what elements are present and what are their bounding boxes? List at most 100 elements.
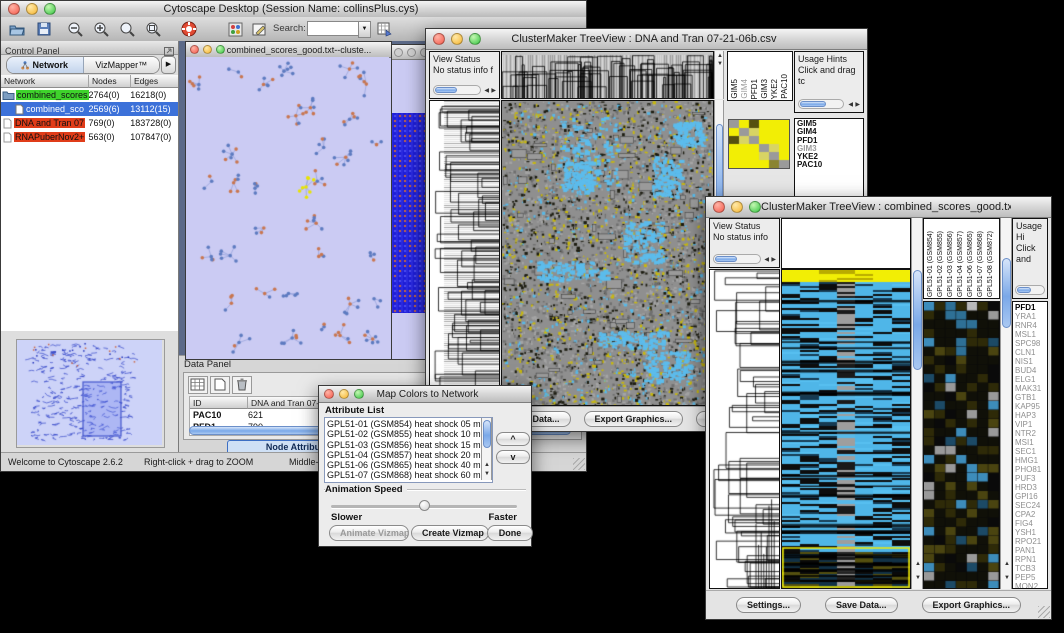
- gene-label[interactable]: MSI1: [1015, 438, 1047, 447]
- scroll-up-icon[interactable]: ▲: [915, 561, 921, 567]
- scroll-down-icon[interactable]: ▼: [915, 575, 921, 581]
- search-dropdown-arrow-icon[interactable]: ▼: [358, 21, 371, 38]
- table-mode-icon[interactable]: [188, 376, 208, 394]
- tv2-hints-hscrollbar[interactable]: [1015, 285, 1045, 295]
- column-label[interactable]: GPL51-06 (GSM865): [966, 231, 975, 297]
- gene-label[interactable]: RPO21: [1015, 537, 1047, 546]
- tv2-zoom-heatmap[interactable]: [923, 301, 1000, 589]
- zoom-button[interactable]: [216, 45, 225, 54]
- tab-overflow-button[interactable]: ▶: [161, 56, 176, 74]
- gene-label[interactable]: HRD3: [1015, 483, 1047, 492]
- minimize-button[interactable]: [339, 389, 349, 399]
- column-label[interactable]: GPL51-02 (GSM855): [936, 231, 945, 297]
- new-attribute-icon[interactable]: [210, 376, 230, 394]
- gene-label[interactable]: KAP95: [1015, 402, 1047, 411]
- column-label[interactable]: GPL51-01 (GSM854): [926, 231, 935, 297]
- attribute-item[interactable]: GPL51-06 (GSM865) heat shock 40 min: [327, 460, 490, 470]
- zoom-button[interactable]: [469, 33, 481, 45]
- column-label[interactable]: GIM5: [730, 79, 740, 99]
- gene-label[interactable]: SEC1: [1015, 447, 1047, 456]
- zoom-in-icon[interactable]: [91, 19, 111, 39]
- map-dialog-titlebar[interactable]: Map Colors to Network: [319, 386, 531, 403]
- tv1-column-dendrogram[interactable]: [501, 51, 714, 99]
- tv1-heatmap[interactable]: [501, 100, 714, 406]
- tv1-hints-hscrollbar[interactable]: [798, 99, 844, 109]
- gene-label[interactable]: PFD1: [1015, 303, 1047, 312]
- animation-speed-slider[interactable]: [331, 500, 517, 512]
- treeview-button[interactable]: Export Graphics...: [922, 597, 1022, 613]
- network-row-combined-sco[interactable]: combined_sco 2569(6) 13112(15): [1, 102, 178, 116]
- slider-thumb[interactable]: [419, 500, 430, 511]
- gene-label[interactable]: ELG1: [1015, 375, 1047, 384]
- overview-canvas[interactable]: [17, 340, 162, 445]
- attribute-list-vscrollbar[interactable]: ▲ ▼: [481, 418, 492, 480]
- network-row-combined-scores[interactable]: combined_scores 2764(0) 16218(0): [1, 88, 178, 102]
- column-label[interactable]: PAC10: [780, 74, 790, 99]
- tv2-row-dendrogram[interactable]: [709, 269, 780, 589]
- close-button[interactable]: [433, 33, 445, 45]
- scroll-up-icon[interactable]: ▲: [1004, 561, 1010, 567]
- scroll-right-icon[interactable]: ▶: [771, 257, 776, 263]
- close-button[interactable]: [324, 389, 334, 399]
- scroll-left-icon[interactable]: ◀: [764, 257, 769, 263]
- tv1-zoom-matrix[interactable]: [728, 119, 790, 169]
- annotation-icon[interactable]: [249, 19, 269, 39]
- treeview-combined-titlebar[interactable]: ClusterMaker TreeView : combined_scores_…: [706, 197, 1051, 218]
- minimize-button[interactable]: [451, 33, 463, 45]
- resize-grip[interactable]: [573, 458, 585, 470]
- gene-label[interactable]: SPC98: [1015, 339, 1047, 348]
- move-down-button[interactable]: v: [496, 450, 530, 464]
- open-file-icon[interactable]: [7, 19, 27, 39]
- tv1-col-scrollbar[interactable]: ▲ ▼: [714, 51, 724, 99]
- scroll-down-icon[interactable]: ▼: [484, 471, 490, 477]
- gene-label[interactable]: YSH1: [1015, 528, 1047, 537]
- scroll-down-icon[interactable]: ▼: [1004, 575, 1010, 581]
- col-edges[interactable]: Edges: [131, 75, 178, 88]
- zoom-out-icon[interactable]: [65, 19, 85, 39]
- zoom-selected-icon[interactable]: [117, 19, 137, 39]
- network-row-dna-tran[interactable]: DNA and Tran 07 769(0) 183728(0): [1, 116, 178, 130]
- close-button[interactable]: [713, 201, 725, 213]
- animate-vizmap-button[interactable]: Animate Vizmap: [329, 525, 409, 541]
- gene-label[interactable]: MSL1: [1015, 330, 1047, 339]
- gene-label[interactable]: NIS1: [1015, 357, 1047, 366]
- gene-label[interactable]: HAP3: [1015, 411, 1047, 420]
- scroll-left-icon[interactable]: ◀: [848, 102, 853, 108]
- treeview-button[interactable]: Export Graphics...: [584, 411, 684, 427]
- gene-label[interactable]: BUD4: [1015, 366, 1047, 375]
- network-row-rnapuber[interactable]: RNAPuberNov2+ 563(0) 107847(0): [1, 130, 178, 144]
- tv2-status-hscrollbar[interactable]: [713, 254, 761, 264]
- gene-label[interactable]: CPA2: [1015, 510, 1047, 519]
- attribute-listbox[interactable]: GPL51-01 (GSM854) heat shock 05 minGPL51…: [324, 417, 493, 483]
- attribute-item[interactable]: GPL51-03 (GSM856) heat shock 15 min: [327, 440, 490, 450]
- gene-label[interactable]: PAN1: [1015, 546, 1047, 555]
- column-label[interactable]: YKE2: [770, 79, 780, 99]
- gene-label[interactable]: MAK31: [1015, 384, 1047, 393]
- minimize-button[interactable]: [731, 201, 743, 213]
- move-up-button[interactable]: ^: [496, 432, 530, 446]
- import-table-icon[interactable]: [375, 19, 395, 39]
- search-input[interactable]: [307, 21, 359, 36]
- gene-label[interactable]: HMG1: [1015, 456, 1047, 465]
- minimize-button[interactable]: [203, 45, 212, 54]
- tv2-heatmap-vscrollbar[interactable]: ▲ ▼: [911, 218, 923, 589]
- gene-label[interactable]: RPN1: [1015, 555, 1047, 564]
- tab-vizmapper[interactable]: VizMapper™: [84, 57, 160, 73]
- gene-label[interactable]: PUF3: [1015, 474, 1047, 483]
- gene-label[interactable]: GPI16: [1015, 492, 1047, 501]
- zoom-fit-icon[interactable]: [143, 19, 163, 39]
- gene-label[interactable]: PEP5: [1015, 573, 1047, 582]
- zoom-button[interactable]: [354, 389, 364, 399]
- column-label[interactable]: GPL51-07 (GSM868): [976, 231, 985, 297]
- column-label[interactable]: GPL51-08 (GSM872): [986, 231, 995, 297]
- resize-grip[interactable]: [1038, 606, 1050, 618]
- network-window-titlebar[interactable]: combined_scores_good.txt--cluste...: [186, 42, 391, 58]
- scroll-up-icon[interactable]: ▲: [484, 462, 490, 468]
- gene-label[interactable]: CLN1: [1015, 348, 1047, 357]
- attribute-item[interactable]: GPL51-02 (GSM855) heat shock 10 min: [327, 429, 490, 439]
- zoom-button[interactable]: [44, 3, 56, 15]
- gene-label[interactable]: SEC24: [1015, 501, 1047, 510]
- gene-label[interactable]: RNR4: [1015, 321, 1047, 330]
- gene-label[interactable]: MON2: [1015, 582, 1047, 589]
- create-vizmap-button[interactable]: Create Vizmap: [411, 525, 489, 541]
